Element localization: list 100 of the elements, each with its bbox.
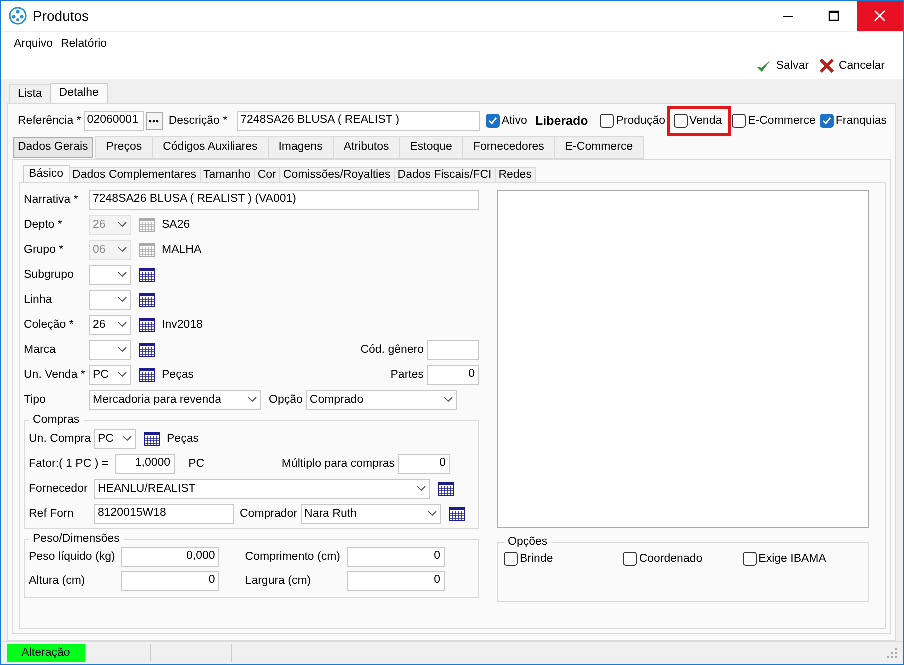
text-field[interactable]: 0 [427,364,479,384]
dropdown[interactable]: PC [89,364,131,384]
text-field[interactable]: 8120015W18 [94,504,234,524]
text-field[interactable]: 0,000 [121,547,220,567]
chevron-icon [118,322,127,327]
chevron-icon [428,511,437,516]
checkbox-option[interactable]: E-Commerce [732,114,816,128]
chevron-icon [118,247,127,252]
dropdown[interactable]: 26 [89,314,131,334]
checkbox-option[interactable]: Produção [600,114,666,128]
group-title: Opções [507,536,549,548]
field-label: Depto * [24,218,64,230]
tab[interactable]: Tamanho [200,167,255,182]
grid-icon[interactable] [139,368,155,382]
chevron-icon [118,347,127,352]
checkbox-option[interactable]: Brinde [504,552,620,566]
tab[interactable]: Estoque [399,136,464,159]
field-label: Coleção * [24,318,75,330]
lookup-description: MALHA [162,244,202,256]
chevron-icon [118,372,127,377]
tab[interactable]: Imagens [268,136,334,159]
checkbox[interactable] [820,114,834,128]
toolbar-button[interactable]: Salvar [754,58,811,74]
checkbox[interactable] [732,114,746,128]
checkbox[interactable] [600,114,614,128]
text-field[interactable]: 7248SA26 BLUSA ( REALIST ) (VA001) [89,190,479,210]
status-mode: Alteração [7,644,85,662]
field-label: Referência * [18,115,82,127]
group-title: Peso/Dimensões [32,533,121,545]
text-field[interactable] [427,340,479,360]
close-icon[interactable] [857,1,903,31]
checkbox-option[interactable]: Venda [670,109,728,133]
checkbox[interactable] [623,552,638,566]
text-field[interactable]: 0 [121,571,220,591]
chevron-icon [118,222,127,227]
chevron-icon [118,272,127,277]
grid-icon[interactable] [448,506,465,520]
tab[interactable]: Dados Gerais [13,137,94,158]
checkbox[interactable] [504,552,518,566]
tab[interactable]: Redes [494,167,536,182]
checkbox-option[interactable]: Ativo [486,114,528,128]
chevron-icon [118,297,127,302]
tab[interactable]: Fornecedores [462,136,556,159]
dropdown[interactable]: PC [94,428,136,448]
checkbox[interactable] [486,114,500,128]
tab[interactable]: Comissões/Royalties [279,167,395,182]
checkbox[interactable] [742,552,757,566]
field-label: Comprador [240,508,298,520]
checkbox-option[interactable]: Coordenado [623,552,739,566]
grid-icon[interactable] [139,318,155,332]
tab[interactable]: E-Commerce [554,136,644,159]
grid-icon[interactable] [438,482,454,496]
lookup-description: Peças [162,368,194,380]
field-label: Narrativa * [24,194,80,206]
resize-grip-icon[interactable] [887,648,897,658]
grid-icon[interactable] [139,342,155,356]
checkbox-option[interactable]: Exige IBAMA [742,552,858,566]
text-field[interactable]: 0 [346,571,445,591]
dropdown[interactable]: Nara Ruth [300,504,441,524]
checkbox-option[interactable]: Franquias [820,114,887,128]
toolbar-button[interactable]: Cancelar [816,58,887,74]
grid-icon[interactable] [139,268,155,282]
tab[interactable]: Detalhe [50,83,108,103]
tab[interactable]: Básico [23,165,70,182]
field-label: Un. Venda * [24,368,86,380]
tab[interactable]: Preços [95,136,154,159]
window-title: Produtos [33,8,90,24]
field-label: Fornecedor [29,482,89,494]
grid-icon[interactable] [144,432,160,446]
checkmark-icon [756,58,772,74]
tab[interactable]: Atributos [332,136,400,159]
dropdown[interactable]: Comprado [306,390,457,410]
app-icon [9,7,27,25]
tab[interactable]: Lista [9,84,52,103]
ellipsis-icon [149,120,160,122]
field-label: Cód. gênero [360,344,424,356]
tab[interactable]: Dados Fiscais/FCI [394,167,496,182]
cross-icon [818,58,835,74]
menu-item[interactable]: Relatório [61,38,108,50]
more-button[interactable] [146,112,163,130]
dropdown[interactable]: Mercadoria para revenda [89,390,261,410]
field-label: Fator:( 1 PC ) = [29,458,109,470]
chevron-icon [248,397,257,402]
checkbox[interactable] [674,114,688,128]
description-field[interactable]: 7248SA26 BLUSA ( REALIST ) [236,111,480,131]
text-field[interactable]: 0 [346,547,445,567]
group-title: Compras [32,414,81,426]
text-field[interactable]: 1,0000 [114,454,175,474]
text-field[interactable]: 0 [398,454,450,474]
tab[interactable]: Códigos Auxiliares [152,136,269,159]
grid-icon[interactable] [139,292,155,306]
field-label: Partes [390,368,424,380]
menu-item[interactable]: Arquivo [14,38,53,50]
reference-field[interactable]: 02060001 [84,111,144,131]
field-label: Descrição * [168,115,228,127]
tab[interactable]: Cor [254,167,280,182]
tab[interactable]: Dados Complementares [68,167,201,182]
lookup-description: Peças [167,432,199,444]
dropdown[interactable]: HEANLU/REALIST [94,478,430,498]
field-label: Tipo [24,394,47,406]
